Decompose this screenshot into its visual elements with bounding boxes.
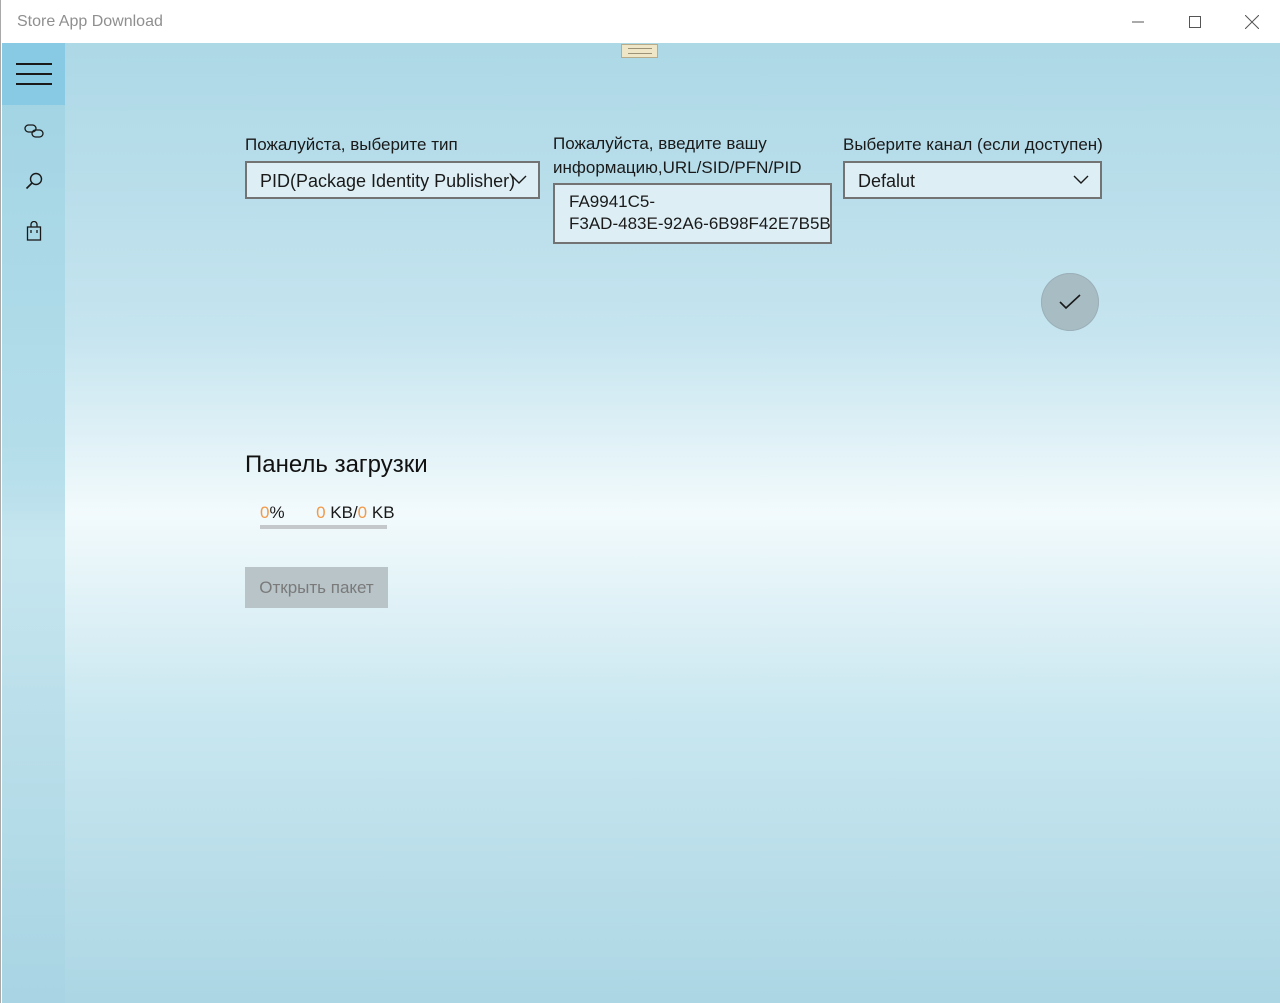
close-button[interactable] [1223,0,1280,43]
shopping-bag-icon [26,221,41,241]
main-content: Пожалуйста, выберите тип PID(Package Ide… [2,43,1280,1003]
info-input-value: FA9941C5- F3AD-483E-92A6-6B98F42E7B5B [569,192,831,233]
info-input[interactable]: FA9941C5- F3AD-483E-92A6-6B98F42E7B5B [553,183,832,244]
type-combobox[interactable]: PID(Package Identity Publisher) [245,161,540,199]
checkmark-icon [1059,294,1081,310]
total-unit: KB [371,503,395,522]
downloaded-unit: KB/ [330,503,358,522]
input-label: Пожалуйста, введите вашу информацию,URL/… [553,132,801,180]
type-label: Пожалуйста, выберите тип [245,135,458,154]
drag-handle[interactable] [621,44,658,58]
search-icon [25,172,42,190]
sidebar-item-link[interactable] [2,111,65,151]
app-window: Store App Download Пожалуйста, выберите … [0,0,1280,1003]
nav-sidebar [2,43,65,1003]
percent-unit: % [269,503,285,522]
chevron-down-icon [1073,175,1089,184]
channel-label: Выберите канал (если доступен) [843,135,1103,154]
channel-selected-value: Defalut [858,171,916,191]
submit-button[interactable] [1041,273,1099,331]
hamburger-button[interactable] [2,43,65,105]
chevron-down-icon [511,175,527,184]
window-title: Store App Download [17,13,163,30]
hamburger-icon [15,63,52,85]
minimize-button[interactable] [1109,0,1166,43]
close-icon [1244,14,1259,29]
type-selected-value: PID(Package Identity Publisher) [260,171,516,191]
total-value: 0 [357,503,368,522]
progress-text: 0% 0 KB/0 KB [260,503,395,523]
sidebar-item-search[interactable] [2,161,65,201]
download-progress-bar [260,525,387,529]
download-panel-title: Панель загрузки [245,451,428,478]
maximize-button[interactable] [1166,0,1223,43]
title-bar[interactable]: Store App Download [2,0,1280,43]
link-icon [23,124,44,138]
input-label-line1: Пожалуйста, введите вашу [553,134,767,153]
channel-combobox[interactable]: Defalut [843,161,1102,199]
maximize-icon [1188,15,1201,28]
input-label-line2: информацию,URL/SID/PFN/PID [553,158,802,177]
sidebar-item-store[interactable] [2,211,65,251]
open-package-button[interactable]: Открыть пакет [245,567,388,608]
downloaded-value: 0 [316,503,326,522]
grip-icon [627,48,652,54]
minimize-icon [1131,21,1144,22]
